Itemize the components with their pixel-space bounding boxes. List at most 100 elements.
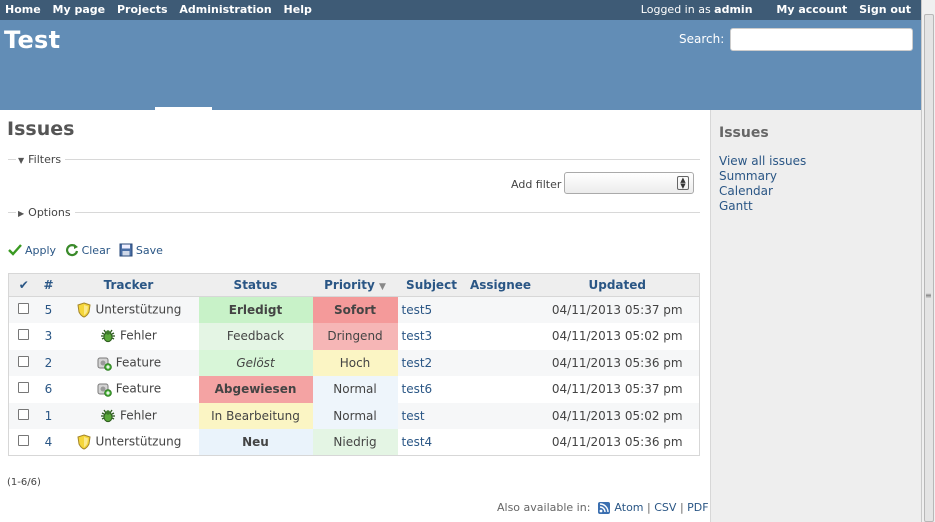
table-row[interactable]: 4 Unterstützung Neu Niedrig test4 04/11/2013… — [8, 429, 700, 456]
subject-link[interactable]: test — [402, 409, 425, 423]
top-menu: Home My page Projects Administration Hel… — [0, 0, 921, 20]
top-menu-home[interactable]: Home — [5, 3, 41, 16]
assignee-cell — [465, 323, 536, 350]
csv-link[interactable]: CSV — [654, 501, 676, 514]
search-input[interactable] — [730, 28, 913, 51]
column-header-priority[interactable]: Priority ▼ — [312, 273, 398, 297]
issue-id[interactable]: 1 — [38, 402, 59, 429]
filters-legend[interactable]: ▼ Filters — [16, 153, 66, 166]
top-menu-help[interactable]: Help — [284, 3, 312, 16]
tracker-label: Fehler — [119, 408, 157, 423]
priority-cell: Sofort — [312, 296, 398, 323]
save-button[interactable]: Save — [119, 243, 163, 257]
row-checkbox-cell — [8, 296, 39, 323]
bug-icon — [100, 408, 116, 424]
issue-id[interactable]: 4 — [38, 429, 59, 456]
column-header-updated[interactable]: Updated — [535, 273, 700, 297]
sidebar-link-calendar[interactable]: Calendar — [719, 184, 806, 199]
priority-cell: Dringend — [312, 323, 398, 350]
subject-cell: test — [397, 402, 466, 429]
query-actions: Apply Clear Save — [8, 243, 168, 257]
vertical-scrollbar[interactable]: ≡ — [921, 0, 935, 522]
priority-cell: Normal — [312, 376, 398, 403]
updated-cell: 04/11/2013 05:37 pm — [535, 296, 700, 323]
row-checkbox[interactable] — [18, 303, 30, 314]
logged-user[interactable]: admin — [714, 3, 752, 16]
table-row[interactable]: 3 Fehler Feedback Dringend test3 04/11/2013 … — [8, 323, 700, 350]
subject-cell: test2 — [397, 349, 466, 376]
sign-out-link[interactable]: Sign out — [859, 3, 911, 16]
table-row[interactable]: 1 Fehler In Bearbeitung Normal test 04/11/20… — [8, 402, 700, 429]
row-checkbox[interactable] — [18, 408, 30, 420]
top-menu-administration[interactable]: Administration — [179, 3, 271, 16]
issue-id[interactable]: 2 — [38, 349, 59, 376]
row-checkbox[interactable] — [18, 355, 30, 367]
reload-icon — [65, 244, 78, 257]
clear-button[interactable]: Clear — [65, 243, 110, 257]
toggle-all-checkbox-header[interactable]: ✔ — [8, 273, 39, 297]
filters-divider — [8, 159, 700, 160]
row-checkbox[interactable] — [18, 382, 30, 394]
column-header-subject[interactable]: Subject — [397, 273, 466, 297]
table-row[interactable]: 5 Unterstützung Erledigt Sofort test5 04/11/… — [8, 296, 700, 323]
add-filter-select[interactable]: ▲ ▼ — [564, 172, 694, 194]
issue-id[interactable]: 6 — [38, 376, 59, 403]
subject-link[interactable]: test5 — [402, 303, 433, 317]
tracker-cell: Fehler — [58, 402, 199, 429]
tracker-cell: Feature — [58, 349, 199, 376]
row-checkbox[interactable] — [18, 435, 30, 446]
sidebar-link-gantt[interactable]: Gantt — [719, 199, 806, 214]
updated-cell: 04/11/2013 05:36 pm — [535, 429, 700, 456]
assignee-cell — [465, 429, 536, 456]
subject-link[interactable]: test3 — [402, 329, 433, 343]
subject-link[interactable]: test2 — [402, 356, 433, 370]
status-cell: Erledigt — [198, 296, 313, 323]
row-checkbox-cell — [8, 349, 39, 376]
sidebar-links: View all issues Summary Calendar Gantt — [719, 154, 806, 214]
column-header-tracker[interactable]: Tracker — [58, 273, 199, 297]
status-cell: Feedback — [198, 323, 313, 350]
feed-icon — [597, 502, 610, 514]
status-cell: In Bearbeitung — [198, 402, 313, 429]
feature-icon — [96, 381, 112, 398]
header: Test Search: OverviewActivityIssuesNew i… — [0, 20, 921, 130]
sidebar-title: Issues — [719, 125, 769, 141]
feature-icon — [96, 355, 112, 371]
row-checkbox[interactable] — [18, 329, 30, 341]
top-menu-projects[interactable]: Projects — [117, 3, 168, 16]
table-row[interactable]: 6 Feature Abgewiesen Normal test6 04/11/2013… — [8, 376, 700, 403]
column-header-status[interactable]: Status — [198, 273, 313, 297]
scrollbar-thumb[interactable] — [924, 14, 934, 522]
column-header-assignee[interactable]: Assignee — [465, 273, 536, 297]
tracker-label: Feature — [115, 381, 162, 396]
logged-in-prefix: Logged in as — [640, 3, 711, 16]
my-account-link[interactable]: My account — [776, 3, 847, 16]
issue-id[interactable]: 3 — [38, 323, 59, 350]
logged-in-as: Logged in as admin — [641, 3, 753, 16]
shield-icon — [76, 434, 92, 450]
atom-link[interactable]: Atom — [614, 501, 643, 514]
sidebar-link-view-all-issues[interactable]: View all issues — [719, 154, 806, 169]
subject-link[interactable]: test4 — [402, 435, 433, 449]
pagination: (1-6/6) — [7, 477, 41, 488]
row-checkbox-cell — [8, 323, 39, 350]
tracker-cell: Feature — [58, 376, 199, 403]
table-header-row: ✔ # Tracker Status Priority ▼ Subject As… — [8, 273, 700, 297]
issue-id[interactable]: 5 — [38, 296, 59, 323]
save-label: Save — [135, 243, 163, 257]
subject-link[interactable]: test6 — [402, 382, 433, 396]
assignee-cell — [465, 349, 536, 376]
top-menu-my-page[interactable]: My page — [53, 3, 106, 16]
search-label: Search: — [679, 32, 725, 46]
priority-header-label: Priority — [324, 278, 375, 292]
row-checkbox-cell — [8, 402, 39, 429]
expanded-arrow-icon: ▼ — [18, 156, 25, 165]
select-spinner-icon: ▲ ▼ — [677, 176, 689, 190]
table-row[interactable]: 2 Feature Gelöst Hoch test2 04/11/2013 05:36… — [8, 349, 700, 376]
column-header-id[interactable]: # — [38, 273, 59, 297]
sidebar-link-summary[interactable]: Summary — [719, 169, 806, 184]
apply-button[interactable]: Apply — [8, 243, 56, 257]
issues-table-body: 5 Unterstützung Erledigt Sofort test5 04/11/… — [8, 296, 700, 456]
options-legend[interactable]: ▶ Options — [16, 206, 75, 219]
pdf-link[interactable]: PDF — [687, 501, 708, 514]
